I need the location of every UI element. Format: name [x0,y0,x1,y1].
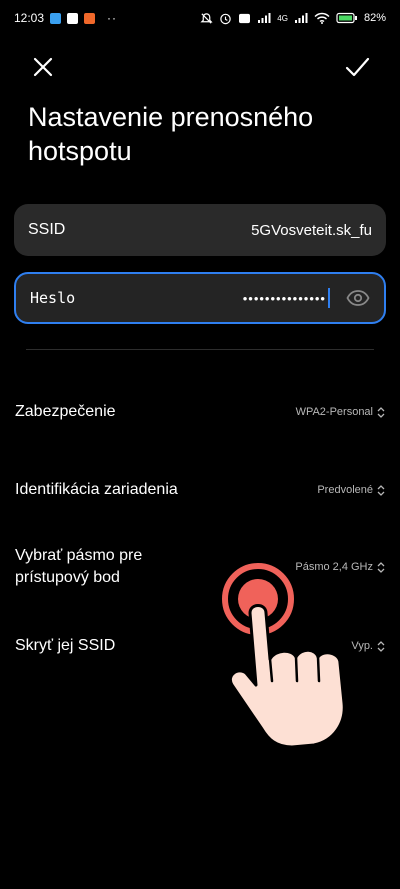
security-label: Zabezpečenie [15,403,116,420]
security-row[interactable]: Zabezpečenie WPA2-Personal [15,400,385,424]
hide-ssid-value: Vyp. [351,640,373,652]
device-identification-label: Identifikácia zariadenia [15,481,178,498]
divider [26,349,374,350]
status-time: 12:03 [14,11,45,25]
status-bar: 12:03 ·· 4G 82% [0,0,400,36]
ap-band-row[interactable]: Vybrať pásmo pre prístupový bod Pásmo 2,… [15,545,385,589]
device-identification-value: Predvolené [317,484,373,496]
network-type: 4G [277,13,288,23]
signal-icon-1 [258,13,271,23]
brave-icon [84,12,96,24]
password-masked-value: ••••••••••••••• [242,290,326,306]
volte-icon [239,13,251,23]
password-field[interactable]: Heslo ••••••••••••••• [14,272,386,324]
page-title: Nastavenie prenosného hotspotu [28,102,314,166]
close-icon [33,57,53,77]
confirm-button[interactable] [342,52,372,82]
check-icon [345,57,370,77]
more-notifications-icon: ·· [107,11,118,25]
password-label: Heslo [30,289,76,307]
ap-band-label: Vybrať pásmo pre prístupový bod [15,547,143,586]
text-caret [328,288,330,308]
battery-percent: 82% [363,12,386,24]
security-value: WPA2-Personal [295,406,373,418]
ssid-field[interactable]: SSID 5GVosveteit.sk_fu [14,204,386,256]
ssid-value[interactable]: 5GVosveteit.sk_fu [251,222,372,239]
device-identification-row[interactable]: Identifikácia zariadenia Predvolené [15,478,385,502]
mute-icon [200,12,213,24]
password-input[interactable]: ••••••••••••••• [243,288,330,308]
top-action-bar [0,50,400,82]
hide-ssid-row[interactable]: Skryť jej SSID Vyp. [15,634,385,658]
wifi-icon [314,12,330,24]
alarm-icon [220,13,232,24]
eye-icon[interactable] [346,286,370,310]
signal-icon-2 [294,13,308,23]
ap-band-value: Pásmo 2,4 GHz [295,561,373,573]
battery-icon [336,12,357,24]
chevron-updown-icon [377,484,385,496]
ssid-label: SSID [28,221,66,238]
gmail-icon [67,12,79,24]
chevron-updown-icon [377,561,385,573]
app-notification-icon [50,12,62,24]
chevron-updown-icon [377,640,385,652]
close-button[interactable] [28,52,58,82]
chevron-updown-icon [377,406,385,418]
hide-ssid-label: Skryť jej SSID [15,637,116,654]
tap-hand-icon [222,563,346,749]
